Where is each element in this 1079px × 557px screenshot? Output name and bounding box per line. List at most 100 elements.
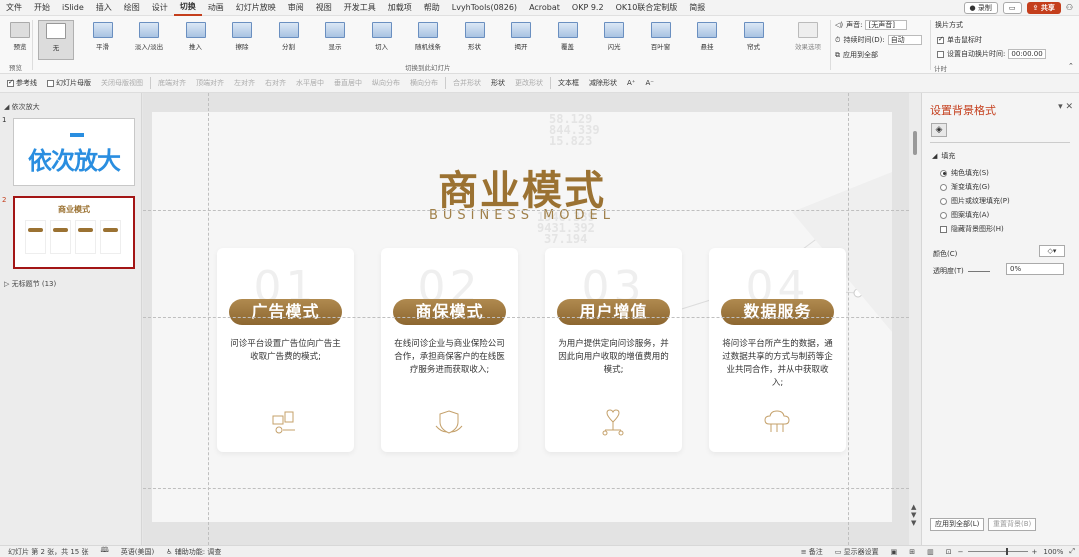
- format-tool-button[interactable]: 水平居中: [291, 78, 329, 88]
- accessibility-status[interactable]: ♿ 辅助功能: 调查: [160, 547, 227, 557]
- toggle-checkbox[interactable]: [7, 78, 14, 87]
- transition-option[interactable]: 随机线条: [410, 20, 446, 60]
- transparency-slider[interactable]: [967, 270, 990, 272]
- format-tool-button[interactable]: A⁺: [622, 79, 640, 87]
- account-icon[interactable]: ⚇: [1066, 3, 1073, 12]
- transition-option[interactable]: 闪光: [596, 20, 632, 60]
- format-tool-button[interactable]: 形状: [486, 78, 510, 88]
- guide-line[interactable]: [143, 210, 909, 211]
- transition-option[interactable]: 百叶窗: [643, 20, 679, 60]
- transition-option[interactable]: 平滑: [85, 20, 121, 60]
- gradient-fill-option[interactable]: 渐变填充(G): [940, 182, 990, 192]
- format-tool-button[interactable]: 更改形状: [510, 78, 548, 88]
- zoom-out-icon[interactable]: −: [958, 548, 964, 556]
- menu-tab[interactable]: OK10联合定制版: [610, 0, 684, 16]
- menu-tab[interactable]: 设计: [146, 0, 174, 16]
- pattern-fill-option[interactable]: 图案填充(A): [940, 210, 989, 220]
- transition-option[interactable]: 覆盖: [550, 20, 586, 60]
- on-click-checkbox[interactable]: [937, 35, 944, 44]
- effect-options-button[interactable]: 效果选项: [788, 20, 828, 60]
- format-tool-button[interactable]: 纵向分布: [367, 78, 405, 88]
- menu-tab[interactable]: 切换: [173, 0, 202, 16]
- duration-input[interactable]: 自动: [887, 35, 922, 45]
- format-tool-button[interactable]: 左对齐: [229, 78, 260, 88]
- menu-tab[interactable]: LvyhTools(0826): [446, 0, 523, 16]
- menu-tab[interactable]: 简报: [683, 0, 711, 16]
- scroll-thumb[interactable]: [913, 131, 917, 155]
- section-header-2[interactable]: ▷ 无标题节 (13): [4, 279, 56, 289]
- slide-thumbnail-1[interactable]: 依次放大: [13, 118, 135, 186]
- transition-option[interactable]: 切入: [364, 20, 400, 60]
- toggle-checkbox[interactable]: [47, 79, 54, 87]
- transition-option[interactable]: 揭开: [503, 20, 539, 60]
- gradient-fill-radio[interactable]: [940, 183, 947, 191]
- menu-tab[interactable]: OKP 9.2: [566, 0, 610, 16]
- menu-tab[interactable]: 幻灯片放映: [230, 0, 282, 16]
- solid-fill-option[interactable]: 纯色填充(S): [940, 168, 989, 178]
- display-settings-button[interactable]: ▭ 显示器设置: [829, 547, 885, 557]
- on-click-option[interactable]: 单击鼠标时: [937, 35, 982, 45]
- format-tool-button[interactable]: 文本框: [553, 78, 584, 88]
- transition-option[interactable]: 形状: [457, 20, 493, 60]
- picture-fill-radio[interactable]: [940, 197, 947, 205]
- menu-tab[interactable]: 插入: [90, 0, 118, 16]
- fill-icon[interactable]: ◈: [931, 123, 947, 137]
- format-tool-button[interactable]: 减除形状: [584, 78, 622, 88]
- hide-bg-option[interactable]: 隐藏背景图形(H): [940, 224, 1004, 234]
- format-tool-button[interactable]: 垂直居中: [329, 78, 367, 88]
- vertical-scrollbar[interactable]: ▲ ▼ ▼: [909, 93, 921, 545]
- format-tool-button[interactable]: 顶端对齐: [191, 78, 229, 88]
- share-button[interactable]: ⇪ 共享: [1026, 1, 1061, 14]
- transition-option[interactable]: 显示: [317, 20, 353, 60]
- menu-tab[interactable]: 开始: [28, 0, 56, 16]
- card-1[interactable]: 01 广告模式 问诊平台设置广告位向广告主收取广告费的模式;: [217, 248, 354, 452]
- guide-line[interactable]: [848, 93, 849, 545]
- menu-tab[interactable]: 开发工具: [338, 0, 382, 16]
- menu-tab[interactable]: 帮助: [418, 0, 446, 16]
- menu-tab[interactable]: 加载项: [382, 0, 418, 16]
- transition-option[interactable]: 帘式: [736, 20, 772, 60]
- transition-option[interactable]: 擦除: [224, 20, 260, 60]
- auto-advance-option[interactable]: 设置自动换片时间: 00:00.00: [937, 49, 1047, 59]
- menu-tab[interactable]: 绘图: [118, 0, 146, 16]
- pattern-fill-radio[interactable]: [940, 211, 947, 219]
- card-2[interactable]: 02 商保模式 在线问诊企业与商业保险公司合作，承担商保客户的在线医疗服务进而获…: [381, 248, 518, 452]
- fill-section[interactable]: ◢ 填充: [932, 151, 955, 161]
- transparency-input[interactable]: 0%: [1006, 263, 1064, 275]
- collapse-ribbon-icon[interactable]: ⌃: [1068, 62, 1074, 70]
- picture-fill-option[interactable]: 图片或纹理填充(P): [940, 196, 1010, 206]
- transition-option[interactable]: 悬挂: [689, 20, 725, 60]
- format-tool-button[interactable]: 合并形状: [448, 78, 486, 88]
- menu-tab[interactable]: 动画: [202, 0, 230, 16]
- menu-tab[interactable]: 视图: [310, 0, 338, 16]
- transition-option[interactable]: 无: [38, 20, 74, 60]
- transition-option[interactable]: 分割: [271, 20, 307, 60]
- guide-line[interactable]: [208, 93, 209, 545]
- format-tool-button[interactable]: 关闭母版视图: [96, 78, 148, 88]
- spell-icon[interactable]: 🕮: [95, 546, 115, 557]
- section-header-1[interactable]: ◢ 依次放大: [4, 102, 40, 112]
- guide-line[interactable]: [143, 488, 909, 489]
- language-indicator[interactable]: 英语(美国): [115, 547, 160, 557]
- guide-line[interactable]: [143, 317, 909, 318]
- format-tool-button[interactable]: 横向分布: [405, 78, 443, 88]
- format-tool-button[interactable]: A⁻: [640, 79, 658, 87]
- reading-view-icon[interactable]: ▥: [921, 548, 940, 556]
- menu-tab[interactable]: 审阅: [282, 0, 310, 16]
- comments-icon[interactable]: ▭: [1002, 1, 1022, 14]
- auto-advance-input[interactable]: 00:00.00: [1008, 49, 1047, 59]
- hide-bg-checkbox[interactable]: [940, 225, 947, 233]
- reset-background-button[interactable]: 重置背景(B): [988, 518, 1037, 531]
- notes-button[interactable]: ≡ 备注: [795, 547, 829, 557]
- format-tool-button[interactable]: 幻灯片母版: [42, 78, 96, 88]
- slide-canvas[interactable]: 58.129 844.339 15.823 1946.339 9431.392 …: [143, 93, 909, 545]
- menu-tab[interactable]: 文件: [0, 0, 28, 16]
- auto-advance-checkbox[interactable]: [937, 50, 944, 58]
- scroll-arrows[interactable]: ▲ ▼ ▼: [911, 503, 916, 527]
- format-tool-button[interactable]: 参考线: [2, 78, 42, 88]
- sorter-view-icon[interactable]: ⊞: [903, 548, 921, 556]
- slideshow-icon[interactable]: ⊡: [940, 548, 958, 556]
- sound-select[interactable]: [无声音]: [865, 20, 908, 30]
- solid-fill-radio[interactable]: [940, 169, 947, 177]
- normal-view-icon[interactable]: ▣: [885, 548, 904, 556]
